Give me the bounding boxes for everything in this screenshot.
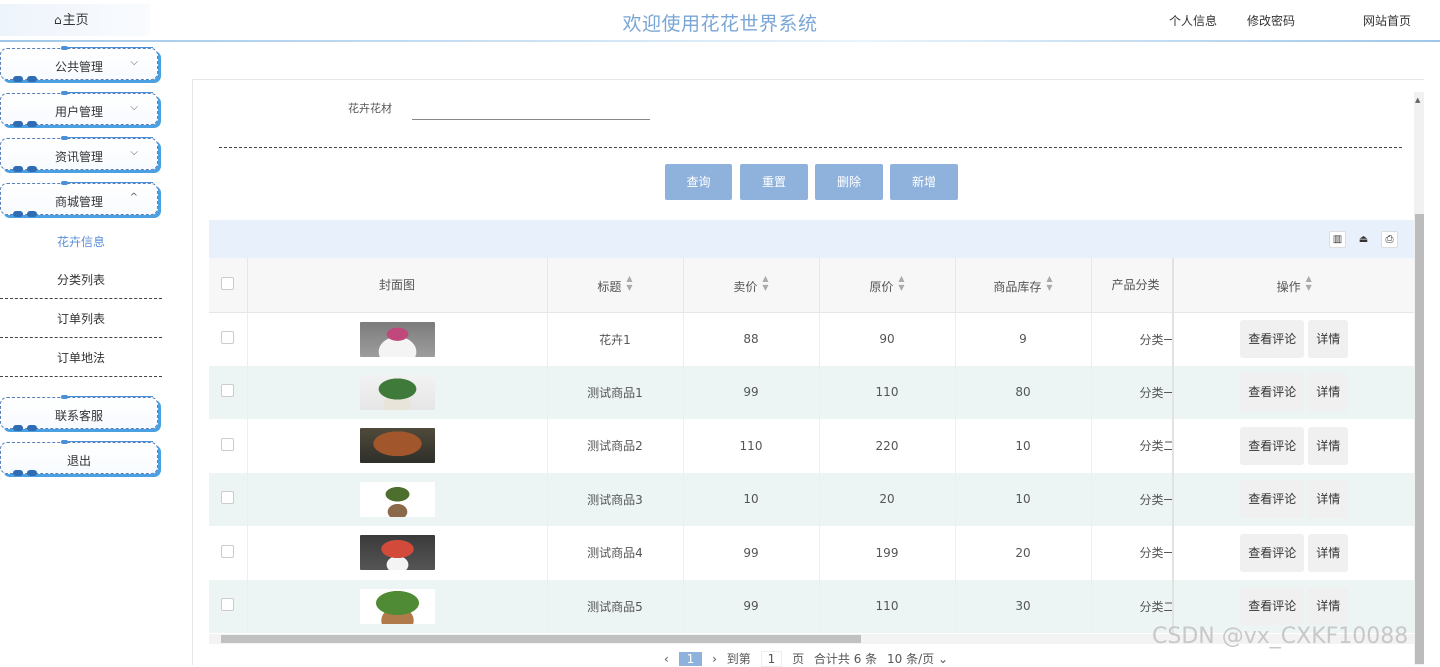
site-title: 欢迎使用花花世界系统 [622,13,818,35]
menu-public-management[interactable]: 公共管理 ⌵ [0,46,158,82]
sort-icon[interactable]: ▲ ▼ [1306,274,1312,292]
cover-image [359,588,435,624]
detail-button[interactable]: 详情 [1308,320,1349,358]
delete-button[interactable]: 删除 [815,164,883,200]
sort-icon[interactable]: ▲ ▼ [762,274,768,292]
columns-icon[interactable]: ▥ [1329,231,1346,248]
chevron-down-icon: ⌵ [130,147,138,158]
nav-change-password[interactable]: 修改密码 [1247,12,1295,29]
data-table: 封面图 标题▲ ▼ 卖价▲ ▼ 原价▲ ▼ 商品库存▲ ▼ 产品分类 操作▲ ▼ 花卉1 8… [209,258,1415,638]
search-label: 花卉花材 [348,102,392,115]
top-header: ⌂主页 欢迎使用花花世界系统 个人信息 修改密码 网站首页 [0,0,1440,42]
table-row: 测试商品2 110 220 10 分类二 查看评论 详情 [209,419,1415,473]
page-number-current[interactable]: 1 [678,652,703,666]
view-comments-button[interactable]: 查看评论 [1240,426,1305,465]
main-panel: 花卉花材 查询 重置 删除 新增 ▥ ⏏ ⎙ 封面图 标题▲ ▼ 卖价▲ ▼ 原价▲… [192,79,1424,665]
cover-image [359,428,435,464]
column-header[interactable]: 操作▲ ▼ [1172,258,1415,313]
search-input[interactable] [412,100,650,120]
page-unit-label: 页 [792,652,805,666]
sidebar: 公共管理 ⌵ 用户管理 ⌵ 资讯管理 ⌵ 商城管理 ^ 花卉信息 分类列表 订单… [0,42,165,665]
cover-image [359,374,435,410]
view-comments-button[interactable]: 查看评论 [1240,480,1305,519]
sort-icon[interactable]: ▲ ▼ [626,274,632,292]
sort-icon[interactable]: ▲ ▼ [1046,274,1052,292]
goto-label: 到第 [726,652,751,666]
menu-news-management[interactable]: 资讯管理 ⌵ [0,136,158,172]
chevron-up-icon: ^ [129,192,138,203]
page-size-select[interactable]: 10 条/页 ⌄ [887,650,948,667]
row-checkbox[interactable] [221,491,235,505]
menu-user-management[interactable]: 用户管理 ⌵ [0,91,158,127]
column-header[interactable]: 卖价▲ ▼ [683,258,820,313]
detail-button[interactable]: 详情 [1308,587,1349,626]
query-button[interactable]: 查询 [665,164,732,200]
cover-image [359,321,435,357]
submenu-order-address[interactable]: 订单地法 [0,339,162,377]
column-header: 封面图 [247,258,548,313]
submenu-category-list[interactable]: 分类列表 [0,261,162,299]
cover-image [359,481,435,517]
detail-button[interactable]: 详情 [1308,373,1349,412]
nav-profile[interactable]: 个人信息 [1169,12,1217,29]
add-button[interactable]: 新增 [890,164,958,200]
reset-button[interactable]: 重置 [740,164,808,200]
next-page-icon[interactable]: › [712,652,717,666]
row-checkbox[interactable] [221,331,235,344]
menu-shop-management[interactable]: 商城管理 ^ [0,181,158,217]
cover-image [359,535,435,571]
scroll-up-icon[interactable]: ▲ [1415,96,1420,104]
view-comments-button[interactable]: 查看评论 [1240,373,1305,412]
view-comments-button[interactable]: 查看评论 [1240,533,1305,572]
column-header[interactable]: 商品库存▲ ▼ [955,258,1092,313]
vertical-scrollbar[interactable]: ▲ [1414,92,1424,665]
vertical-scroll-thumb[interactable] [1415,214,1424,664]
watermark: CSDN @vx_CXKF10088 [1152,624,1409,649]
detail-button[interactable]: 详情 [1308,480,1349,519]
total-count: 合计共 6 条 [813,652,878,666]
table-row: 花卉1 88 90 9 分类一 查看评论 详情 [209,312,1415,366]
column-header[interactable]: 标题▲ ▼ [547,258,684,313]
row-checkbox[interactable] [221,437,235,451]
chevron-down-icon: ⌵ [130,57,138,68]
row-checkbox[interactable] [221,384,235,398]
nav-site-home[interactable]: 网站首页 [1363,12,1411,29]
horizontal-scroll-thumb[interactable] [221,635,861,643]
sort-icon[interactable]: ▲ ▼ [898,274,904,292]
table-row: 测试商品3 10 20 10 分类一 查看评论 详情 [209,472,1415,526]
row-checkbox[interactable] [221,544,235,558]
detail-button[interactable]: 详情 [1308,426,1349,465]
column-header: 产品分类 [1091,258,1174,313]
print-icon[interactable]: ⎙ [1381,231,1398,248]
submenu-flower-info[interactable]: 花卉信息 [0,223,162,261]
table-row: 测试商品1 99 110 80 分类一 查看评论 详情 [209,365,1415,419]
submenu-order-list[interactable]: 订单列表 [0,300,162,338]
column-header[interactable]: 原价▲ ▼ [819,258,956,313]
detail-button[interactable]: 详情 [1308,533,1349,572]
table-row: 测试商品4 99 199 20 分类一 查看评论 详情 [209,526,1415,580]
select-all-checkbox[interactable] [221,276,235,290]
select-all-cell [209,258,248,313]
menu-logout[interactable]: 退出 [0,440,158,476]
view-comments-button[interactable]: 查看评论 [1240,320,1305,358]
pagination: ‹ 1 › 到第 1 页 合计共 6 条 10 条/页 ⌄ [664,650,954,667]
view-comments-button[interactable]: 查看评论 [1240,587,1305,626]
chevron-down-icon: ⌵ [130,102,138,113]
table-toolbar: ▥ ⏏ ⎙ [209,220,1415,258]
row-checkbox[interactable] [221,598,235,612]
divider [219,147,1402,148]
export-icon[interactable]: ⏏ [1355,231,1372,248]
prev-page-icon[interactable]: ‹ [664,652,669,666]
menu-contact-support[interactable]: 联系客服 [0,395,158,431]
